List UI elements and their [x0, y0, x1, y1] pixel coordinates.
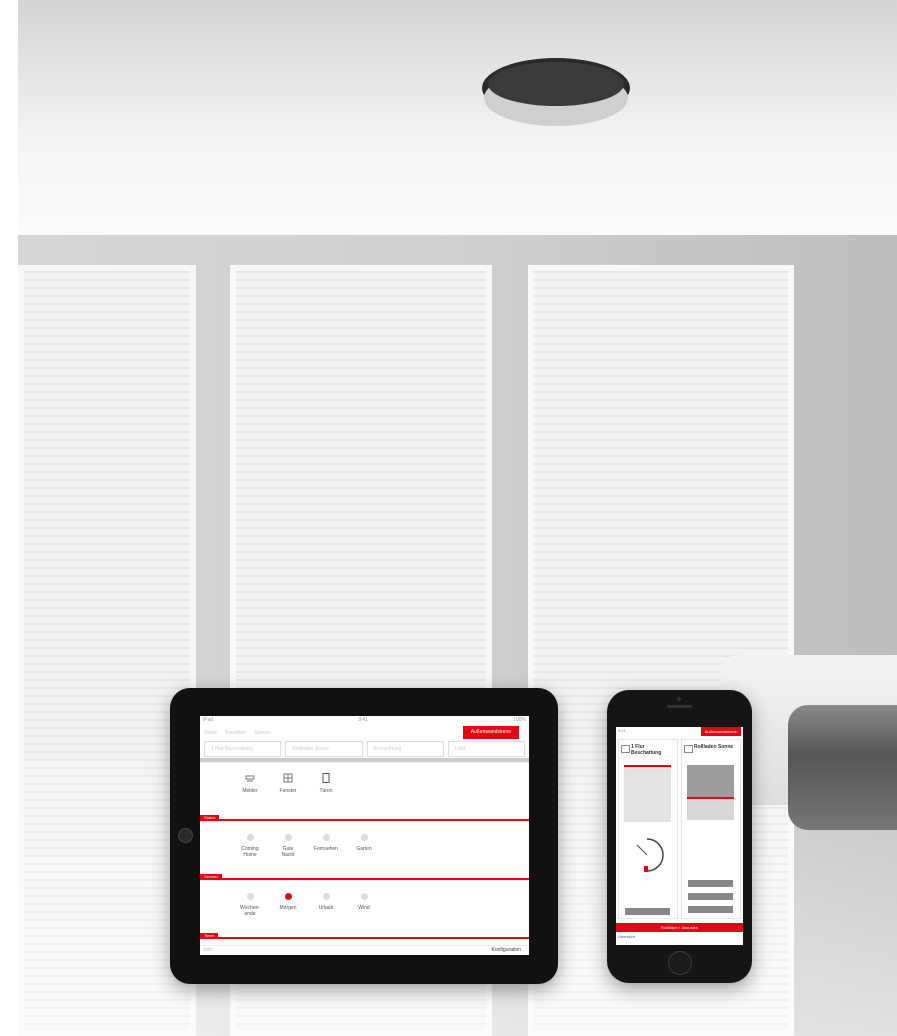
shutter-position[interactable] — [687, 765, 734, 820]
camera — [677, 697, 681, 701]
ceiling — [18, 0, 897, 235]
device-column-flur: 1 Flur Beschattung — [618, 739, 678, 919]
tile-label: Melder — [242, 788, 258, 794]
room-tab-flur[interactable]: 1 Flur Beschattung — [204, 741, 282, 757]
sofa-seat — [788, 705, 897, 830]
timer-label: Morgen — [279, 905, 297, 911]
overview-link[interactable]: Übersicht — [618, 934, 635, 939]
tile-melder[interactable]: Melder — [238, 773, 262, 794]
iphone-screen: 9:41 Außenwandsirene 1 Flur Beschattung … — [616, 727, 743, 945]
scene-label: Fernsehen — [314, 846, 338, 852]
status-device: iPad — [203, 717, 214, 723]
detector-icon — [245, 775, 255, 782]
scenes-section: Coming Home Gute Nacht Fernsehen Garten … — [200, 821, 529, 880]
timer-indicator — [246, 893, 254, 900]
ceiling-lamp — [482, 58, 630, 126]
nav-item-home[interactable]: Home — [204, 730, 217, 736]
ipad-device: iPad 9:41 100% Home Favoriten Szenen Auß… — [170, 688, 558, 984]
tile-label: Fenster — [279, 788, 297, 794]
siren-button[interactable]: Außenwandsirene — [700, 727, 741, 736]
speaker — [667, 705, 692, 708]
scene-indicator — [360, 834, 368, 841]
shutter-level-line — [687, 796, 734, 799]
ipad-top-nav: Home Favoriten Szenen Außenwandsirene — [200, 726, 529, 740]
room-tabs: 1 Flur Beschattung Rollladen Sonne Beleu… — [200, 740, 529, 758]
room-tab-rollladen[interactable]: Rollladen Sonne — [285, 741, 363, 757]
status-section: Melder Fenster Türen Status — [200, 762, 529, 821]
scene-indicator — [322, 834, 330, 841]
tile-label: Türen — [319, 788, 333, 794]
status-time: 9:41 — [358, 717, 368, 723]
slat-angle-dial[interactable] — [627, 835, 667, 875]
scene-label: Garten — [356, 846, 372, 852]
window-icon — [283, 773, 293, 783]
stop-button[interactable] — [688, 893, 733, 900]
status-battery: 100% — [513, 717, 526, 723]
timer-section: Wochen-ende Morgen Urlaub Wind Timer — [200, 880, 529, 939]
scene-fernsehen[interactable]: Fernsehen — [314, 832, 338, 858]
status-time: 9:41 — [618, 728, 626, 733]
section-label: Timer — [200, 933, 219, 939]
siren-button[interactable]: Außenwandsirene — [462, 726, 519, 739]
category-bar[interactable]: Rollläden / Jalousien — [616, 923, 743, 932]
timer-indicator-active — [284, 893, 292, 900]
scene-label: Gute Nacht — [281, 846, 295, 858]
device-columns: 1 Flur Beschattung Rollladen Sonne — [618, 739, 741, 919]
iphone-device: 9:41 Außenwandsirene 1 Flur Beschattung … — [607, 690, 752, 983]
ipad-home-button[interactable] — [178, 828, 193, 843]
iphone-status-bar: 9:41 Außenwandsirene — [616, 727, 743, 737]
timer-indicator — [322, 893, 330, 900]
iphone-home-button[interactable] — [668, 951, 692, 975]
door-icon — [322, 773, 330, 783]
room-tab-beleuchtung[interactable]: Beleuchtung — [366, 741, 444, 757]
scene-label: Coming Home — [241, 846, 259, 858]
timer-label: Wochen-ende — [240, 905, 260, 917]
ipad-footer: Info Konfiguration — [200, 945, 529, 955]
timer-wochenende[interactable]: Wochen-ende — [238, 891, 262, 917]
automatik-button[interactable] — [625, 908, 670, 915]
tile-tueren[interactable]: Türen — [314, 773, 338, 794]
tile-fenster[interactable]: Fenster — [276, 773, 300, 794]
scene-indicator — [246, 834, 254, 841]
timer-wind[interactable]: Wind — [352, 891, 376, 917]
category-label: Rollläden / Jalousien — [661, 925, 698, 930]
scene-coming-home[interactable]: Coming Home — [238, 832, 262, 858]
room-tab-licht[interactable]: Licht — [447, 741, 525, 757]
timer-indicator — [360, 893, 368, 900]
nav-item-szenen[interactable]: Szenen — [254, 730, 271, 736]
section-label-bar: Timer — [200, 933, 529, 939]
scene-garten[interactable]: Garten — [352, 832, 376, 858]
configuration-link[interactable]: Konfiguration — [492, 947, 521, 953]
down-button[interactable] — [688, 906, 733, 913]
up-button[interactable] — [688, 880, 733, 887]
blind-icon — [684, 745, 693, 753]
timer-label: Urlaub — [318, 905, 334, 911]
ipad-status-bar: iPad 9:41 100% — [200, 716, 529, 726]
info-link[interactable]: Info — [204, 947, 212, 953]
blind-icon — [621, 745, 630, 753]
scene-gute-nacht[interactable]: Gute Nacht — [276, 832, 300, 858]
shade-position[interactable] — [624, 765, 671, 822]
ipad-screen: iPad 9:41 100% Home Favoriten Szenen Auß… — [200, 716, 529, 955]
timer-label: Wind — [358, 905, 370, 911]
timer-urlaub[interactable]: Urlaub — [314, 891, 338, 917]
left-edge — [0, 0, 18, 1036]
timer-morgen[interactable]: Morgen — [276, 891, 300, 917]
scene-indicator — [284, 834, 292, 841]
nav-item-favoriten[interactable]: Favoriten — [225, 730, 246, 736]
device-column-rollladen: Rollladen Sonne — [681, 739, 741, 919]
